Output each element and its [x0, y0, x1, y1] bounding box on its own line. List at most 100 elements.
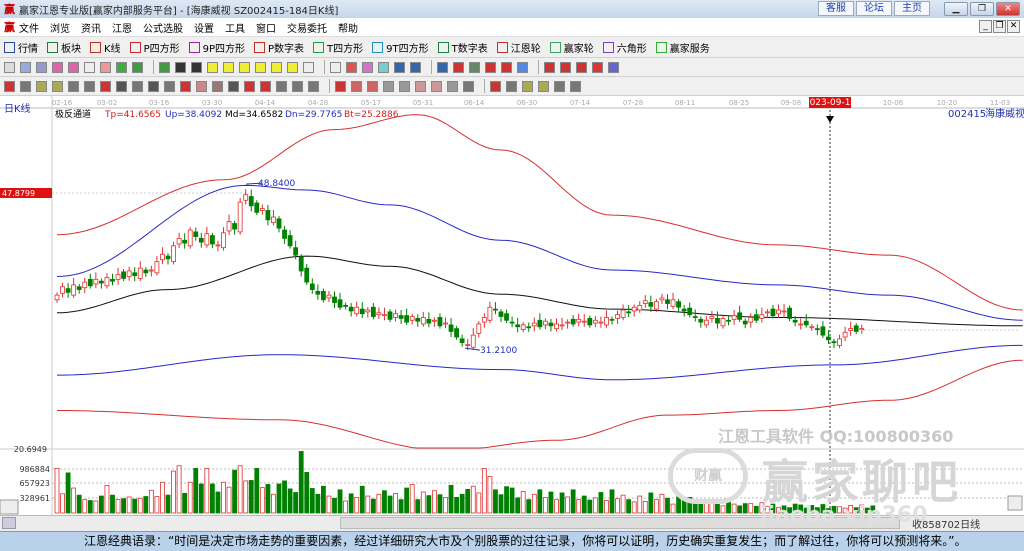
chart-tool-icon[interactable]: [560, 61, 571, 73]
chart-tool-icon[interactable]: [330, 61, 341, 73]
toolbar-item-8[interactable]: T数字表: [437, 40, 488, 55]
draw-tool-icon[interactable]: [164, 80, 175, 92]
draw-tool-icon[interactable]: [132, 80, 143, 92]
draw-tool-icon[interactable]: [431, 80, 442, 92]
chart-tool-icon[interactable]: [576, 61, 587, 73]
toolbar-item-6[interactable]: T四方形: [313, 40, 363, 55]
link-service[interactable]: 客服: [818, 1, 854, 16]
link-home[interactable]: 主页: [894, 1, 930, 16]
chart-tool-icon[interactable]: [501, 61, 512, 73]
chart-tool-icon[interactable]: [4, 61, 15, 73]
chart-tool-icon[interactable]: [116, 61, 127, 73]
menu-browse[interactable]: 浏览: [50, 20, 70, 35]
draw-tool-icon[interactable]: [399, 80, 410, 92]
chart-tool-icon[interactable]: [394, 61, 405, 73]
chart-tool-icon[interactable]: [20, 61, 31, 73]
chart-tool-icon[interactable]: [453, 61, 464, 73]
draw-tool-icon[interactable]: [538, 80, 549, 92]
draw-tool-icon[interactable]: [100, 80, 111, 92]
toolbar-item-5[interactable]: P数字表: [254, 40, 304, 55]
chart-tool-icon[interactable]: [485, 61, 496, 73]
menu-window[interactable]: 窗口: [256, 20, 276, 35]
draw-tool-icon[interactable]: [20, 80, 31, 92]
draw-tool-icon[interactable]: [463, 80, 474, 92]
chart-tool-icon[interactable]: [223, 61, 234, 73]
toolbar-item-10[interactable]: 赢家轮: [549, 40, 594, 55]
toolbar-item-7[interactable]: 9T四方形: [372, 40, 429, 55]
chart-tool-icon[interactable]: [159, 61, 170, 73]
chart-tool-icon[interactable]: [608, 61, 619, 73]
draw-tool-icon[interactable]: [351, 80, 362, 92]
chart-tool-icon[interactable]: [362, 61, 373, 73]
mdi-close-button[interactable]: ✕: [1007, 20, 1020, 33]
chart-tool-icon[interactable]: [52, 61, 63, 73]
draw-tool-icon[interactable]: [522, 80, 533, 92]
chart-tool-icon[interactable]: [68, 61, 79, 73]
draw-tool-icon[interactable]: [415, 80, 426, 92]
toolbar-item-12[interactable]: 赢家服务: [655, 40, 710, 55]
chart-tool-icon[interactable]: [517, 61, 528, 73]
menu-trade[interactable]: 交易委托: [287, 20, 327, 35]
chart-tool-icon[interactable]: [378, 61, 389, 73]
draw-tool-icon[interactable]: [292, 80, 303, 92]
toolbar-item-3[interactable]: P四方形: [129, 40, 180, 55]
chart-tool-icon[interactable]: [544, 61, 555, 73]
draw-tool-icon[interactable]: [308, 80, 319, 92]
draw-tool-icon[interactable]: [148, 80, 159, 92]
draw-tool-icon[interactable]: [196, 80, 207, 92]
chart-tool-icon[interactable]: [191, 61, 202, 73]
draw-tool-icon[interactable]: [68, 80, 79, 92]
link-forum[interactable]: 论坛: [856, 1, 892, 16]
chart-tool-icon[interactable]: [100, 61, 111, 73]
menu-news[interactable]: 资讯: [81, 20, 101, 35]
draw-tool-icon[interactable]: [36, 80, 47, 92]
draw-tool-icon[interactable]: [506, 80, 517, 92]
toolbar-item-1[interactable]: 板块: [47, 40, 81, 55]
draw-tool-icon[interactable]: [335, 80, 346, 92]
draw-tool-icon[interactable]: [228, 80, 239, 92]
chart-tool-icon[interactable]: [437, 61, 448, 73]
toolbar-item-9[interactable]: 江恩轮: [496, 40, 541, 55]
toolbar-item-2[interactable]: K线: [90, 40, 121, 55]
draw-tool-icon[interactable]: [490, 80, 501, 92]
draw-tool-icon[interactable]: [367, 80, 378, 92]
draw-tool-icon[interactable]: [244, 80, 255, 92]
chart-tool-icon[interactable]: [410, 61, 421, 73]
restore-button[interactable]: ❐: [970, 2, 994, 16]
draw-tool-icon[interactable]: [276, 80, 287, 92]
chart-tool-icon[interactable]: [271, 61, 282, 73]
chart-tool-icon[interactable]: [346, 61, 357, 73]
menu-tools[interactable]: 工具: [225, 20, 245, 35]
chart-tool-icon[interactable]: [239, 61, 250, 73]
menu-formula[interactable]: 公式选股: [143, 20, 183, 35]
close-button[interactable]: ✕: [996, 2, 1020, 16]
chart-tool-icon[interactable]: [36, 61, 47, 73]
chart-tool-icon[interactable]: [207, 61, 218, 73]
chart-tool-icon[interactable]: [84, 61, 95, 73]
menu-file[interactable]: 文件: [19, 20, 39, 35]
draw-tool-icon[interactable]: [84, 80, 95, 92]
mdi-restore-button[interactable]: ❐: [993, 20, 1006, 33]
draw-tool-icon[interactable]: [52, 80, 63, 92]
chart-tool-icon[interactable]: [469, 61, 480, 73]
draw-tool-icon[interactable]: [447, 80, 458, 92]
toolbar-item-4[interactable]: 9P四方形: [188, 40, 245, 55]
draw-tool-icon[interactable]: [554, 80, 565, 92]
chart-tool-icon[interactable]: [255, 61, 266, 73]
chart-tool-icon[interactable]: [287, 61, 298, 73]
draw-tool-icon[interactable]: [116, 80, 127, 92]
mdi-minimize-button[interactable]: _: [979, 20, 992, 33]
toolbar-item-0[interactable]: 行情: [4, 40, 38, 55]
chart-tool-icon[interactable]: [175, 61, 186, 73]
menu-help[interactable]: 帮助: [338, 20, 358, 35]
chart-tool-icon[interactable]: [303, 61, 314, 73]
draw-tool-icon[interactable]: [383, 80, 394, 92]
calendar-icon[interactable]: [2, 517, 16, 529]
draw-tool-icon[interactable]: [4, 80, 15, 92]
minimize-button[interactable]: ▁: [944, 2, 968, 16]
toolbar-item-11[interactable]: 六角形: [602, 40, 647, 55]
chart-tool-icon[interactable]: [132, 61, 143, 73]
draw-tool-icon[interactable]: [180, 80, 191, 92]
menu-settings[interactable]: 设置: [194, 20, 214, 35]
chart-tool-icon[interactable]: [592, 61, 603, 73]
